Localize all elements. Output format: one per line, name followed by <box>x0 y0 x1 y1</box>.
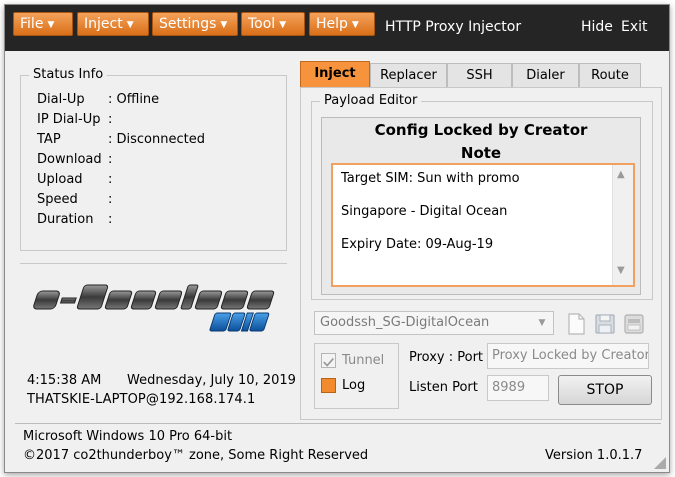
menu-tool[interactable]: Tool ▼ <box>241 12 305 36</box>
checkmark-icon <box>323 358 334 367</box>
version-label: Version 1.0.1.7 <box>545 448 643 463</box>
note-line: Singapore - Digital Ocean <box>341 204 508 219</box>
main-window: File ▼ Inject ▼ Settings ▼ Tool ▼ Help ▼ HTTP… <box>4 4 670 473</box>
hide-button[interactable]: Hide <box>581 19 613 35</box>
payload-editor-title: Payload Editor <box>320 93 422 108</box>
chevron-down-icon: ▼ <box>220 20 228 30</box>
config-select-value: Goodssh_SG-DigitalOcean <box>320 315 490 330</box>
footer-divider <box>15 423 661 424</box>
tunnel-checkbox[interactable] <box>321 353 336 368</box>
divider <box>20 263 287 264</box>
listen-port-input[interactable]: 8989 <box>487 375 549 401</box>
scroll-up-icon[interactable]: ▲ <box>617 169 625 180</box>
locked-title: Config Locked by Creator <box>374 121 588 139</box>
status-value-dialup: : Offline <box>108 92 160 107</box>
log-label: Log <box>342 378 366 393</box>
resize-grip-icon[interactable] <box>654 457 666 469</box>
listen-port-label: Listen Port <box>409 380 478 395</box>
delete-icon[interactable] <box>622 311 646 337</box>
exit-button[interactable]: Exit <box>621 19 648 35</box>
note-title: Note <box>460 144 502 162</box>
status-value-upload: : <box>108 172 113 187</box>
status-label-speed: Speed <box>37 192 78 207</box>
developer-logo <box>33 284 275 332</box>
note-scrollbar[interactable]: ▲ ▼ <box>612 165 633 285</box>
tab-dialer[interactable]: Dialer <box>512 63 579 87</box>
clock-date: Wednesday, July 10, 2019 <box>127 373 296 388</box>
proxy-input[interactable]: Proxy Locked by Creator <box>487 343 649 369</box>
menu-help[interactable]: Help ▼ <box>309 12 375 36</box>
tab-replacer[interactable]: Replacer <box>370 63 447 87</box>
os-info: Microsoft Windows 10 Pro 64-bit <box>23 429 233 444</box>
copyright: ©2017 co2thunderboy™ zone, Some Right Re… <box>23 448 369 463</box>
menu-settings-label: Settings <box>159 16 217 32</box>
menu-help-label: Help <box>316 16 348 32</box>
app-title: HTTP Proxy Injector <box>385 19 522 35</box>
status-label-tap: TAP <box>37 132 61 147</box>
status-label-dialup: Dial-Up <box>37 92 85 107</box>
chevron-down-icon: ▼ <box>351 20 359 30</box>
title-bar: File ▼ Inject ▼ Settings ▼ Tool ▼ Help ▼ HTTP… <box>5 5 669 51</box>
menu-file[interactable]: File ▼ <box>13 12 73 36</box>
new-file-icon[interactable] <box>564 311 588 337</box>
tab-inject[interactable]: Inject <box>300 61 370 88</box>
menu-tool-label: Tool <box>248 16 276 32</box>
chevron-down-icon: ▼ <box>126 20 134 30</box>
chevron-down-icon: ▼ <box>279 20 287 30</box>
menu-inject-label: Inject <box>84 16 123 32</box>
menu-inject[interactable]: Inject ▼ <box>77 12 149 36</box>
host-address: THATSKIE-LAPTOP@192.168.174.1 <box>27 392 256 407</box>
scroll-down-icon[interactable]: ▼ <box>617 265 625 276</box>
tab-ssh[interactable]: SSH <box>447 63 512 87</box>
tunnel-label: Tunnel <box>342 353 385 368</box>
config-select[interactable]: Goodssh_SG-DigitalOcean ▼ <box>314 311 554 335</box>
save-icon[interactable] <box>593 311 617 337</box>
note-textarea[interactable]: Target SIM: Sun with promo Singapore - D… <box>331 163 635 287</box>
tab-route[interactable]: Route <box>579 63 641 87</box>
chevron-down-icon[interactable]: ▼ <box>533 314 551 332</box>
status-value-speed: : <box>108 192 113 207</box>
chevron-down-icon: ▼ <box>47 20 55 30</box>
status-value-download: : <box>108 152 113 167</box>
status-value-duration: : <box>108 212 113 227</box>
proxy-port-label: Proxy : Port <box>409 350 484 365</box>
status-label-download: Download <box>37 152 102 167</box>
status-info-title: Status Info <box>29 67 108 82</box>
status-label-duration: Duration <box>37 212 94 227</box>
log-checkbox[interactable] <box>321 378 336 393</box>
status-label-upload: Upload <box>37 172 83 187</box>
status-value-ip-dialup: : <box>108 112 113 127</box>
note-line: Expiry Date: 09-Aug-19 <box>341 237 494 252</box>
note-line: Target SIM: Sun with promo <box>341 171 520 186</box>
menu-settings[interactable]: Settings ▼ <box>152 12 238 36</box>
status-value-tap: : Disconnected <box>108 132 205 147</box>
menu-file-label: File <box>20 16 44 32</box>
stop-button[interactable]: STOP <box>558 375 652 405</box>
status-label-ip-dialup: IP Dial-Up <box>37 112 101 127</box>
clock-time: 4:15:38 AM <box>27 373 102 388</box>
